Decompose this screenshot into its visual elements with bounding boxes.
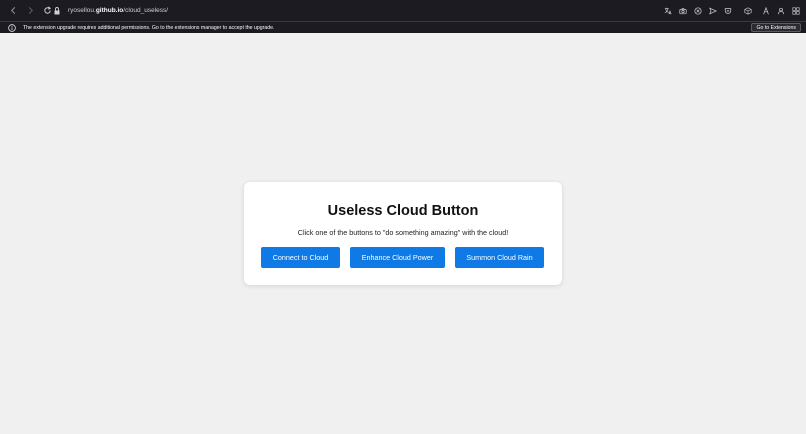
extension-notice-bar: The extension upgrade requires additiona…	[0, 22, 806, 33]
pocket-icon	[724, 8, 732, 14]
browser-toolbar: ryosellou.github.io/cloud_useless/	[0, 0, 806, 21]
back-button[interactable]	[6, 4, 20, 18]
instructions-text: Click one of the buttons to "do somethin…	[297, 228, 509, 237]
menu-button[interactable]	[790, 5, 802, 17]
page-content: Useless Cloud Button Click one of the bu…	[0, 34, 806, 434]
go-to-extensions-button[interactable]: Go to Extensions	[751, 23, 801, 32]
user-icon	[777, 7, 785, 15]
send-icon	[709, 7, 717, 15]
lock-icon	[54, 6, 60, 14]
connect-to-cloud-button[interactable]: Connect to Cloud	[261, 247, 340, 268]
address-bar[interactable]: ryosellou.github.io/cloud_useless/	[50, 3, 690, 18]
url-prefix: ryosellou.	[68, 7, 96, 14]
back-arrow-icon	[10, 6, 15, 15]
page-title: Useless Cloud Button	[327, 203, 479, 219]
grid-menu-icon	[792, 7, 800, 15]
cloud-card: Useless Cloud Button Click one of the bu…	[244, 182, 562, 285]
profile-button[interactable]	[775, 5, 787, 17]
extension-button-1[interactable]	[692, 5, 704, 17]
container-button[interactable]	[742, 5, 754, 17]
screenshot-button[interactable]	[677, 5, 689, 17]
circle-x-icon	[694, 7, 702, 15]
translate-button[interactable]	[662, 5, 674, 17]
forward-arrow-icon	[28, 6, 33, 15]
camera-icon	[679, 8, 687, 15]
notice-text: The extension upgrade requires additiona…	[23, 24, 275, 31]
translate-icon	[664, 7, 672, 15]
forward-button[interactable]	[23, 4, 37, 18]
text-a-icon	[763, 7, 769, 15]
cube-icon	[744, 7, 752, 15]
toolbar-icons	[659, 4, 802, 18]
info-icon	[8, 23, 16, 32]
reader-button[interactable]	[760, 5, 772, 17]
enhance-cloud-power-button[interactable]: Enhance Cloud Power	[350, 247, 445, 268]
url-domain: github.io	[95, 7, 124, 14]
pocket-button[interactable]	[722, 5, 734, 17]
url-path: /cloud_useless/	[123, 7, 169, 14]
summon-cloud-rain-button[interactable]: Summon Cloud Rain	[455, 247, 544, 268]
send-button[interactable]	[707, 5, 719, 17]
url-text: ryosellou.github.io/cloud_useless/	[68, 7, 168, 14]
